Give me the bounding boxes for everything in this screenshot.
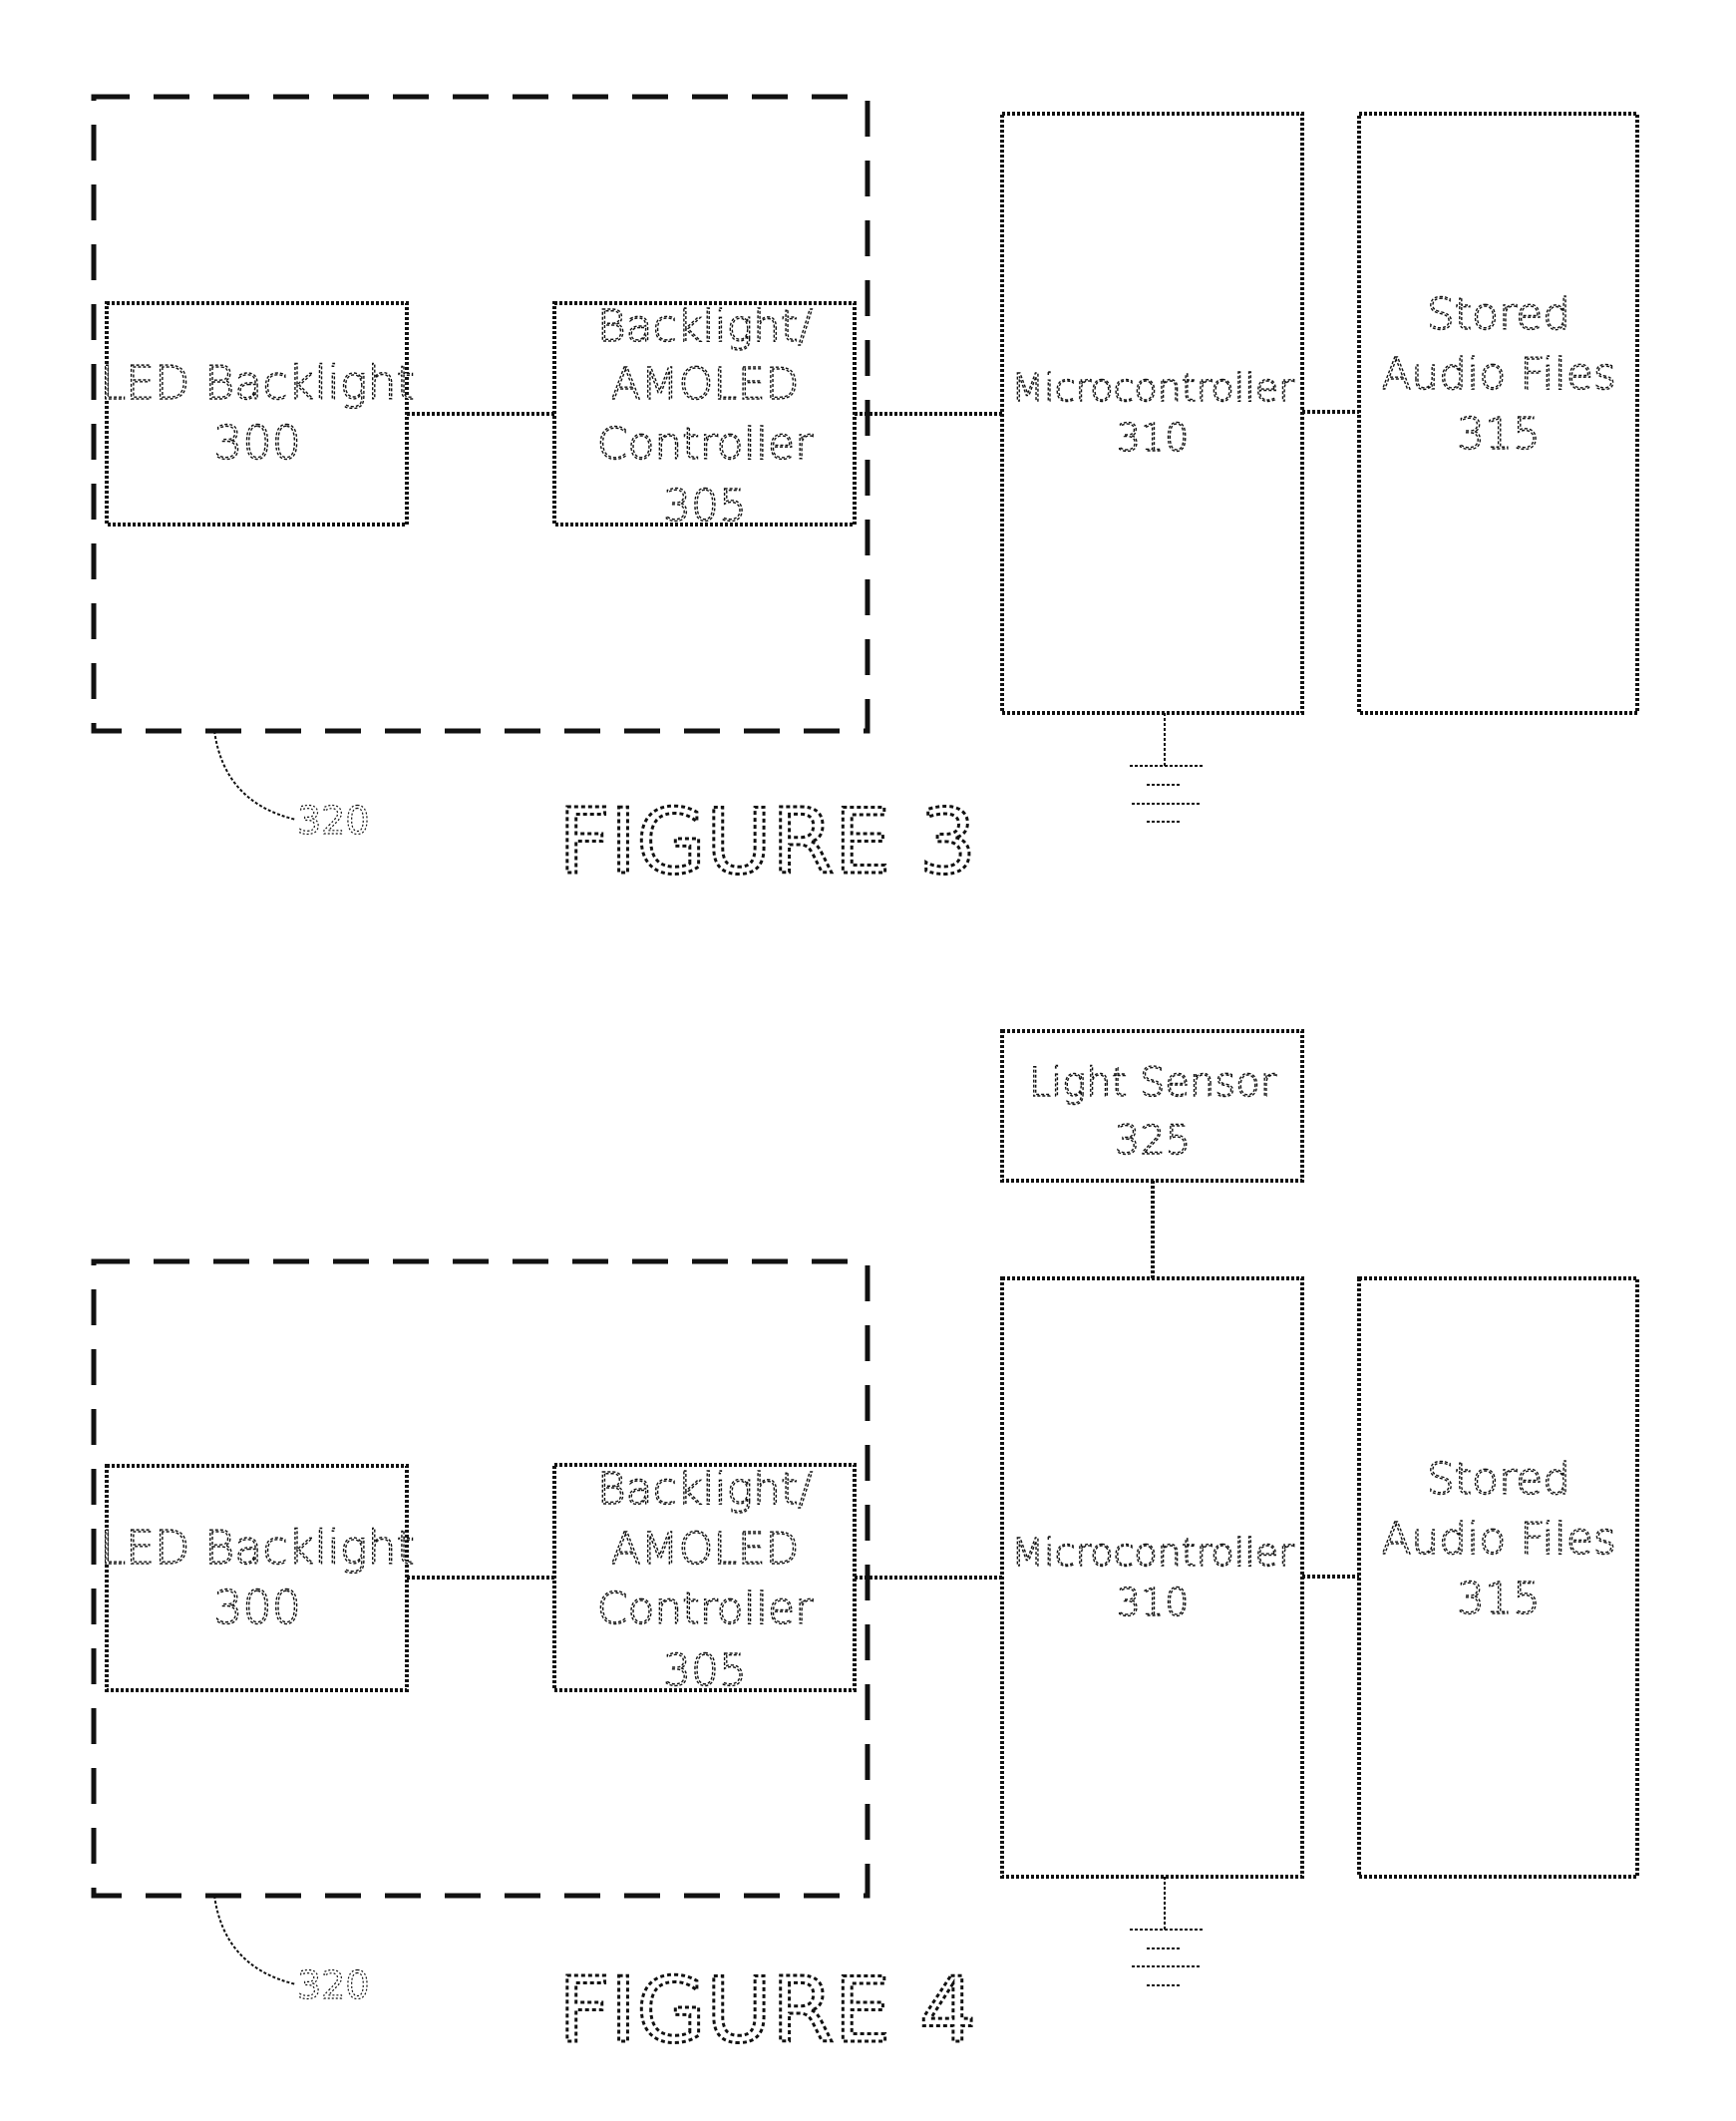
group-leader-line: [213, 730, 297, 821]
dashed-group-boundary: [91, 94, 870, 734]
led-backlight-label: LED Backlight: [100, 1521, 414, 1575]
controller-ref: 305: [663, 481, 747, 531]
patent-diagram: LED Backlight 300 Backlight/ AMOLED Cont…: [91, 94, 1639, 2065]
microcontroller-label: Microcontroller: [1011, 1531, 1294, 1575]
stored-audio-label-line1: Stored: [1427, 289, 1570, 340]
figure-4: LED Backlight 300 Backlight/ AMOLED Cont…: [91, 1029, 1639, 2065]
microcontroller-ref: 310: [1117, 1581, 1190, 1624]
group-leader-line: [213, 1895, 297, 1985]
ground-icon: [1130, 1877, 1204, 1986]
microcontroller-label: Microcontroller: [1011, 366, 1294, 410]
stored-audio-label-line2: Audio Files: [1381, 1514, 1616, 1565]
led-backlight-ref: 300: [213, 1581, 301, 1634]
stored-audio-label-line2: Audio Files: [1381, 349, 1616, 400]
stored-audio-ref: 315: [1457, 1574, 1541, 1624]
led-backlight-block: [105, 301, 409, 527]
dashed-group-boundary: [91, 1258, 870, 1899]
controller-label-line3: Controller: [597, 1584, 814, 1634]
controller-label-line3: Controller: [597, 419, 814, 470]
ground-icon: [1130, 713, 1204, 823]
led-backlight-block: [105, 1464, 409, 1692]
group-ref-label: 320: [297, 799, 370, 843]
figure-caption: FIGURE 4: [558, 1958, 976, 2063]
figure-caption: FIGURE 3: [558, 790, 976, 894]
led-backlight-label: LED Backlight: [100, 356, 414, 410]
controller-label-line1: Backlight/: [597, 1464, 813, 1515]
group-ref-label: 320: [297, 1963, 370, 2007]
stored-audio-ref: 315: [1457, 409, 1541, 460]
led-backlight-ref: 300: [213, 416, 301, 470]
light-sensor-label: Light Sensor: [1029, 1060, 1277, 1106]
microcontroller-ref: 310: [1117, 416, 1190, 460]
controller-label-line1: Backlight/: [597, 301, 813, 352]
stored-audio-label-line1: Stored: [1427, 1454, 1570, 1505]
microcontroller-block: [1000, 1276, 1304, 1879]
microcontroller-block: [1000, 112, 1304, 715]
controller-label-line2: AMOLED: [611, 359, 800, 410]
figure-3: LED Backlight 300 Backlight/ AMOLED Cont…: [91, 94, 1639, 896]
controller-label-line2: AMOLED: [611, 1524, 800, 1575]
controller-ref: 305: [663, 1645, 747, 1696]
light-sensor-ref: 325: [1115, 1118, 1191, 1164]
